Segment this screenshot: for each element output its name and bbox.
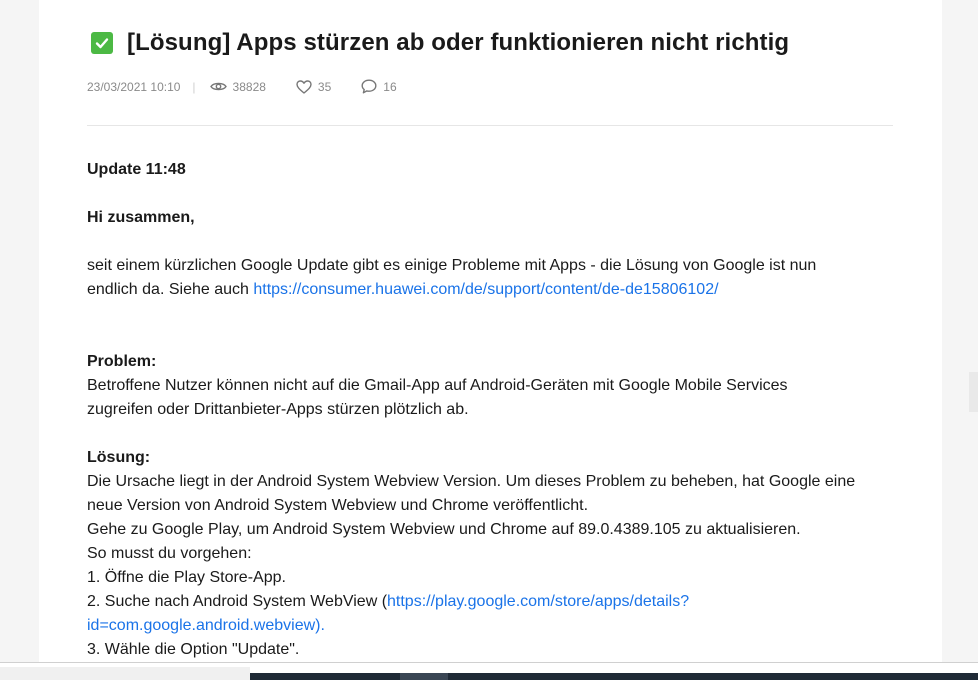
post-body: Update 11:48 Hi zusammen, seit einem kür… xyxy=(87,158,893,662)
comments-value: 16 xyxy=(383,79,397,94)
intro-line-2: endlich da. Siehe auch https://consumer.… xyxy=(87,278,893,302)
solution-line-1: Die Ursache liegt in der Android System … xyxy=(87,473,856,490)
taskbar-item[interactable] xyxy=(400,673,448,680)
page: [Lösung] Apps stürzen ab oder funktionie… xyxy=(0,0,978,680)
post-header: [Lösung] Apps stürzen ab oder funktionie… xyxy=(91,29,789,57)
greeting: Hi zusammen, xyxy=(87,209,195,226)
solution-line-3: Gehe zu Google Play, um Android System W… xyxy=(87,521,801,538)
meta-separator: | xyxy=(192,79,196,94)
step-1: 1. Öffne die Play Store-App. xyxy=(87,569,286,586)
problem-line-1: Betroffene Nutzer können nicht auf die G… xyxy=(87,377,788,394)
play-store-link-cont[interactable]: id=com.google.android.webview). xyxy=(87,617,325,634)
step-2-cont: id=com.google.android.webview). xyxy=(87,614,893,638)
scrollbar-stub[interactable] xyxy=(969,372,978,412)
solution-line-2: neue Version von Android System Webview … xyxy=(87,497,589,514)
step-3: 3. Wähle die Option "Update". xyxy=(87,641,300,658)
problem-line-2: zugreifen oder Drittanbieter-Apps stürze… xyxy=(87,401,469,418)
update-heading: Update 11:48 xyxy=(87,161,186,178)
heart-icon xyxy=(296,79,312,94)
post-date: 23/03/2021 10:10 xyxy=(87,79,181,94)
step-2-text: 2. Suche nach Android System WebView ( xyxy=(87,593,388,610)
like-button[interactable]: 35 xyxy=(296,80,331,94)
post-meta: 23/03/2021 10:10 | 38828 35 16 xyxy=(87,79,427,94)
play-store-link[interactable]: https://play.google.com/store/apps/detai… xyxy=(387,593,689,610)
post-title: [Lösung] Apps stürzen ab oder funktionie… xyxy=(127,29,790,56)
huawei-support-link[interactable]: https://consumer.huawei.com/de/support/c… xyxy=(253,281,718,298)
likes-value: 35 xyxy=(317,79,332,94)
comments-button[interactable]: 16 xyxy=(361,79,397,94)
header-divider xyxy=(87,125,893,126)
taskbar-dark-area xyxy=(250,673,978,680)
solution-line-4: So musst du vorgehen: xyxy=(87,545,252,562)
problem-heading: Problem: xyxy=(87,353,157,370)
intro-text: endlich da. Siehe auch xyxy=(87,281,254,298)
check-box-icon xyxy=(91,32,113,54)
eye-icon xyxy=(209,82,227,91)
views-value: 38828 xyxy=(232,79,266,94)
post-card: [Lösung] Apps stürzen ab oder funktionie… xyxy=(39,0,942,662)
comment-bubble-icon xyxy=(361,79,377,94)
solution-heading: Lösung: xyxy=(87,449,151,466)
intro-line-1: seit einem kürzlichen Google Update gibt… xyxy=(87,257,817,274)
taskbar-left xyxy=(0,667,250,680)
step-2: 2. Suche nach Android System WebView (ht… xyxy=(87,590,893,614)
views-count: 38828 xyxy=(209,79,266,94)
taskbar xyxy=(0,662,978,680)
